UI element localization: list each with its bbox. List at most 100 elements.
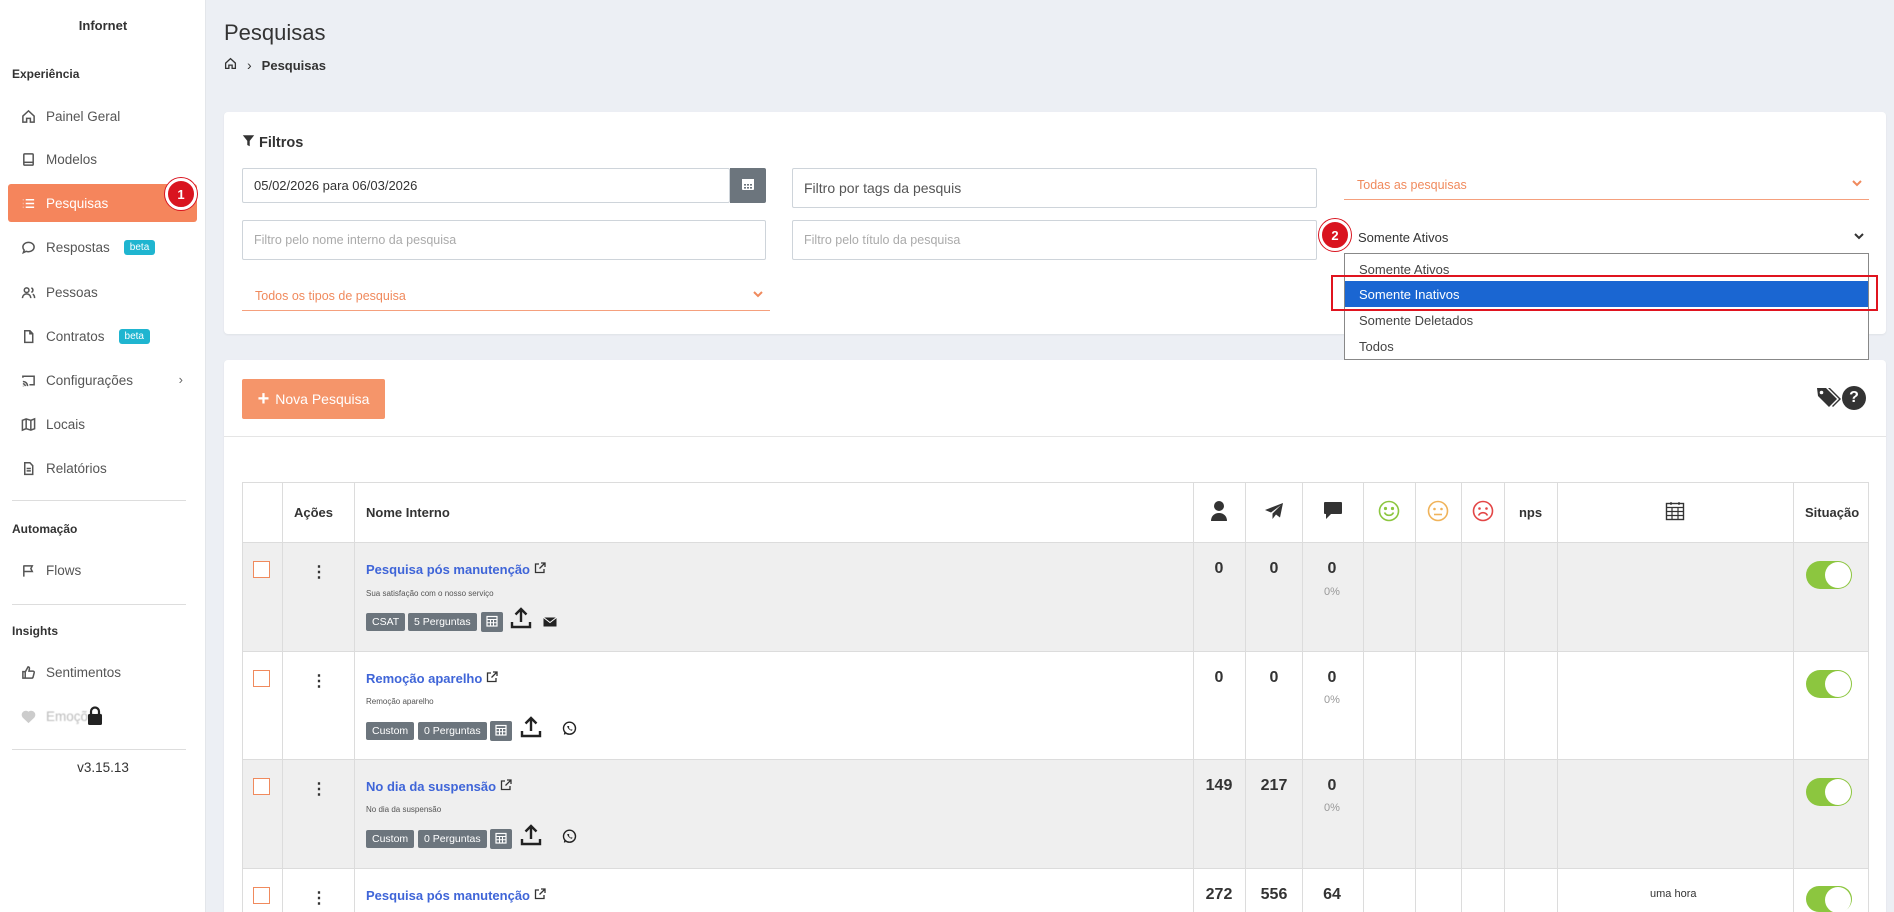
schedule-button[interactable] [490,721,512,741]
sidebar-item-label: Modelos [46,151,98,167]
grid-line [1504,482,1505,912]
grid-line [1363,482,1364,912]
row-actions-menu[interactable]: ⋮ [309,562,329,582]
annotation-highlight-box [1331,275,1878,311]
survey-title-link[interactable]: Remoção aparelho [366,671,498,686]
section-experiencia: Experiência [12,67,80,81]
calendar-button[interactable] [730,168,766,203]
response-rate: 0% [1324,694,1340,706]
status-toggle[interactable] [1806,561,1852,589]
sidebar-item-label: Pesquisas [46,195,109,211]
survey-title-link[interactable]: No dia da suspensão [366,779,512,794]
tags-filter-input[interactable]: Filtro por tags da pesquis [792,168,1317,208]
sidebar-item-painel-geral[interactable]: Painel Geral [8,97,197,135]
internal-name-filter-input[interactable]: Filtro pelo nome interno da pesquisa [242,220,766,260]
sidebar-item-label: Configurações [46,372,134,388]
chevron-right-icon: › [178,372,183,387]
survey-subtitle: Sua satisfação com o nosso serviço [366,589,494,598]
grid-line [1868,482,1869,912]
grid-line [242,759,1869,760]
sidebar-item-emocoes[interactable]: Emoções [8,697,197,735]
sidebar-item-label: Respostas [46,239,110,255]
grid-line [1245,482,1246,912]
list-icon [20,195,36,211]
card-divider [224,436,1886,437]
sidebar-item-label: Painel Geral [46,108,121,124]
sidebar-item-respostas[interactable]: Respostas beta [8,228,197,266]
comment-icon [1323,501,1343,523]
survey-subtitle: Remoção aparelho [366,697,434,706]
schedule-button[interactable] [481,612,503,632]
flag-icon [20,562,36,578]
title-filter-input[interactable]: Filtro pelo título da pesquisa [792,220,1317,260]
new-survey-label: Nova Pesquisa [275,391,370,407]
people-count: 0 [1214,669,1224,686]
new-survey-button[interactable]: + Nova Pesquisa [242,379,385,419]
chevron-right-icon: › [247,57,252,73]
neutral-face-icon [1427,500,1449,525]
grid-line [242,868,1869,869]
row-checkbox[interactable] [253,561,270,578]
upload-icon[interactable] [520,824,542,849]
sidebar-item-configuracoes[interactable]: Configurações › [8,361,197,399]
last-response-time: uma hora [1650,888,1697,900]
chevron-down-icon [1851,177,1863,192]
row-actions-menu[interactable]: ⋮ [309,779,329,799]
sidebar-item-label: Relatórios [46,460,107,476]
grid-line [1302,482,1303,912]
lock-icon [86,706,104,729]
date-range-input[interactable]: 05/02/2026 para 06/03/2026 [242,168,730,203]
sidebar-item-sentimentos[interactable]: Sentimentos [8,653,197,691]
grid-line [282,482,283,912]
grid-line [242,542,1869,543]
survey-title: Pesquisa pós manutenção [366,888,530,903]
sidebar-item-relatorios[interactable]: Relatórios [8,449,197,487]
sidebar-item-contratos[interactable]: Contratos beta [8,317,197,355]
questions-count-pill: 0 Perguntas [418,722,487,740]
home-icon[interactable] [224,57,237,73]
survey-title-link[interactable]: Pesquisa pós manutenção [366,562,546,577]
status-toggle[interactable] [1806,886,1852,912]
status-toggle[interactable] [1806,670,1852,698]
header-responses [1302,482,1363,542]
sidebar-item-pessoas[interactable]: Pessoas [8,273,197,311]
sent-count: 556 [1260,886,1288,903]
help-icon[interactable]: ? [1842,386,1866,410]
status-select[interactable]: Somente Ativos [1344,222,1869,252]
status-toggle[interactable] [1806,778,1852,806]
external-link-icon [486,671,498,686]
people-count: 0 [1214,560,1224,577]
people-icon [20,284,36,300]
row-checkbox[interactable] [253,887,270,904]
row-actions-menu[interactable]: ⋮ [309,671,329,691]
tags-icon[interactable] [1815,386,1841,413]
external-link-icon [534,562,546,577]
grid-line [354,482,355,912]
sidebar-item-flows[interactable]: Flows [8,551,197,589]
grid-line [1461,482,1462,912]
row-checkbox[interactable] [253,670,270,687]
schedule-button[interactable] [490,829,512,849]
sidebar-item-label: Locais [46,416,86,432]
survey-subtitle: No dia da suspensão [366,805,442,814]
row-checkbox[interactable] [253,778,270,795]
survey-type-select[interactable]: Todos os tipos de pesquisa [242,281,770,311]
all-surveys-select[interactable]: Todas as pesquisas [1344,170,1869,200]
row-actions-menu[interactable]: ⋮ [309,888,329,908]
plus-icon: + [257,388,270,410]
survey-type-pill: Custom [366,722,415,740]
status-option-todos[interactable]: Todos [1345,333,1868,359]
upload-icon[interactable] [520,716,542,741]
grid-line [1793,482,1794,912]
survey-title-link[interactable]: Pesquisa pós manutenção [366,888,546,903]
beta-badge: beta [118,328,150,344]
status-selected-value: Somente Ativos [1358,229,1449,245]
annotation-badge-1: 1 [165,178,197,210]
upload-icon[interactable] [510,607,532,632]
sidebar-item-locais[interactable]: Locais [8,405,197,443]
sidebar-item-modelos[interactable]: Modelos [8,140,197,178]
header-passives [1415,482,1461,542]
external-link-icon [500,779,512,794]
header-acoes: Ações [294,504,334,520]
header-nome-interno[interactable]: Nome Interno [366,482,450,542]
